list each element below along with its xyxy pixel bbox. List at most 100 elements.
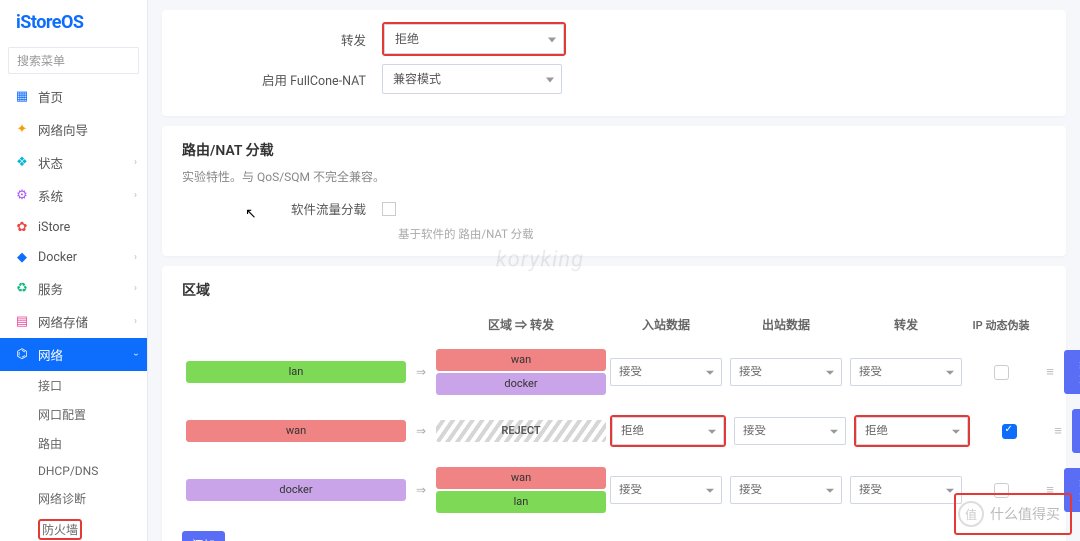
offload-card: 路由/NAT 分载 实验特性。与 QoS/SQM 不完全兼容。 软件流量分载 基… [162, 126, 1066, 256]
form-row-softflow: 软件流量分载 [182, 199, 1046, 218]
zone-dest: wandocker [436, 347, 606, 397]
chevron-right-icon: › [134, 283, 137, 294]
nav-system[interactable]: ⚙ 系统 › [0, 179, 147, 212]
zone-select-cell: 接受 [846, 476, 966, 504]
form-row-forward: 转发 拒绝 [182, 22, 1046, 56]
zone-fwd-select[interactable]: 拒绝 [856, 417, 968, 445]
zone-out-select[interactable]: 接受 [730, 476, 842, 504]
storage-icon: ▤ [14, 314, 30, 330]
subnav-dhcp[interactable]: DHCP/DNS [14, 458, 147, 484]
subnav-route[interactable]: 路由 [14, 429, 147, 458]
add-zone-button[interactable]: 添加 [182, 531, 225, 541]
zone-select-cell: 拒绝 [850, 415, 974, 447]
zone-pill: lan [186, 361, 406, 383]
zone-out-select[interactable]: 接受 [730, 358, 842, 386]
services-icon: ♻ [14, 281, 30, 297]
nav-services[interactable]: ♻ 服务 › [0, 272, 147, 305]
forward-select-wrap: 拒绝 [382, 22, 566, 56]
zone-select-cell: 接受 [606, 476, 726, 504]
main-content: 转发 拒绝 启用 FullCone-NAT 兼容模式 路由/NAT 分载 实验特… [148, 0, 1080, 541]
subnav-label: 防火墙 [38, 519, 82, 540]
zone-pill: lan [436, 491, 606, 513]
col-input: 入站数据 [606, 316, 726, 333]
zone-in-select[interactable]: 接受 [610, 476, 722, 504]
select-wrap: 接受 [730, 476, 842, 504]
docker-icon: ◆ [14, 249, 30, 265]
nav-label: 网络存储 [38, 312, 88, 331]
zone-dest: wanlan [436, 465, 606, 515]
select-wrap: 拒绝 [610, 415, 726, 447]
masq-cell [974, 423, 1044, 438]
zone-fwd-select[interactable]: 接受 [850, 476, 962, 504]
subnav-diag[interactable]: 网络诊断 [14, 484, 147, 513]
system-icon: ⚙ [14, 188, 30, 204]
nav-network[interactable]: ⌬网络› [0, 338, 147, 371]
edit-cell: 编辑 [1064, 350, 1080, 394]
drag-handle-icon[interactable]: ≡ [1046, 365, 1054, 380]
select-wrap: 接受 [850, 476, 962, 504]
subnav-interfaces[interactable]: 接口 [14, 371, 147, 400]
zones-table: 区域 ⇒ 转发 入站数据 出站数据 转发 IP 动态伪装 lan⇒wandock… [182, 308, 1046, 521]
zone-src: lan [186, 359, 406, 385]
subnav-ports[interactable]: 网口配置 [14, 400, 147, 429]
zone-dest: REJECT [436, 418, 606, 444]
zone-src: docker [186, 477, 406, 503]
edit-button[interactable]: 编辑 [1064, 350, 1080, 394]
zone-select-cell: 接受 [726, 358, 846, 386]
nav-status[interactable]: ❖状态› [0, 146, 147, 179]
zones-title: 区域 [182, 280, 1046, 300]
col-forward: 转发 [846, 316, 966, 333]
masq-checkbox[interactable] [1002, 424, 1017, 439]
fullcone-label: 启用 FullCone-NAT [182, 70, 382, 89]
forward-label: 转发 [182, 30, 382, 49]
drag-handle-icon[interactable]: ≡ [1054, 424, 1062, 439]
chevron-right-icon: › [134, 252, 137, 263]
arrow-icon: ⇒ [406, 424, 436, 438]
nav-label: 网络向导 [38, 120, 88, 139]
footer-watermark: 值 什么值得买 [954, 493, 1072, 535]
nav-istore[interactable]: ✿iStore [0, 212, 147, 242]
chevron-right-icon: › [134, 316, 137, 327]
zone-in-select[interactable]: 拒绝 [612, 417, 724, 445]
edit-cell: 编辑 [1072, 409, 1080, 453]
zone-pill: docker [186, 479, 406, 501]
chevron-right-icon: › [134, 190, 137, 201]
subnav-network: 接口 网口配置 路由 DHCP/DNS 网络诊断 防火墙 应用过滤 [0, 371, 147, 541]
chevron-right-icon: › [134, 157, 137, 168]
footer-logo: 值 [958, 501, 984, 527]
nav-storage[interactable]: ▤ 网络存储 › [0, 305, 147, 338]
chevron-down-icon: › [130, 353, 141, 356]
zone-select-cell: 接受 [730, 417, 850, 445]
zone-row: wan⇒REJECT拒绝接受拒绝≡编辑 [182, 403, 1046, 459]
zone-select-cell: 拒绝 [606, 415, 730, 447]
zone-out-select[interactable]: 接受 [734, 417, 846, 445]
search-input[interactable]: 搜索菜单 [8, 47, 139, 74]
col-masq: IP 动态伪装 [966, 317, 1036, 333]
sidebar: iStoreOS 搜索菜单 ▦首页 ✦网络向导 ❖状态› ⚙系统› ✿iStor… [0, 0, 148, 541]
nav-home[interactable]: ▦首页 [0, 80, 147, 113]
edit-button[interactable]: 编辑 [1072, 409, 1080, 453]
forward-select[interactable]: 拒绝 [384, 24, 564, 54]
nav-docker[interactable]: ◆ Docker › [0, 242, 147, 272]
form-row-fullcone: 启用 FullCone-NAT 兼容模式 [182, 64, 1046, 94]
nav-wizard[interactable]: ✦ 网络向导 [0, 113, 147, 146]
arrow-icon: ⇒ [406, 483, 436, 497]
softflow-checkbox[interactable] [382, 202, 396, 216]
select-wrap: 接受 [610, 358, 722, 386]
select-wrap: 接受 [730, 358, 842, 386]
nav-label: Docker [38, 250, 77, 265]
subnav-firewall[interactable]: 防火墙 [14, 513, 147, 541]
nav-label: 服务 [38, 279, 63, 298]
zone-select-cell: 接受 [846, 358, 966, 386]
zone-pill: REJECT [436, 420, 606, 442]
nav-label: 状态 [38, 153, 63, 172]
zone-row: docker⇒wanlan接受接受接受≡编辑 [182, 459, 1046, 521]
zone-pill: docker [436, 373, 606, 395]
nav-label: 系统 [38, 186, 63, 205]
fullcone-select[interactable]: 兼容模式 [382, 64, 562, 94]
masq-checkbox[interactable] [994, 365, 1009, 380]
zone-in-select[interactable]: 接受 [610, 358, 722, 386]
wizard-icon: ✦ [14, 122, 30, 138]
masq-cell [966, 364, 1036, 379]
zone-fwd-select[interactable]: 接受 [850, 358, 962, 386]
